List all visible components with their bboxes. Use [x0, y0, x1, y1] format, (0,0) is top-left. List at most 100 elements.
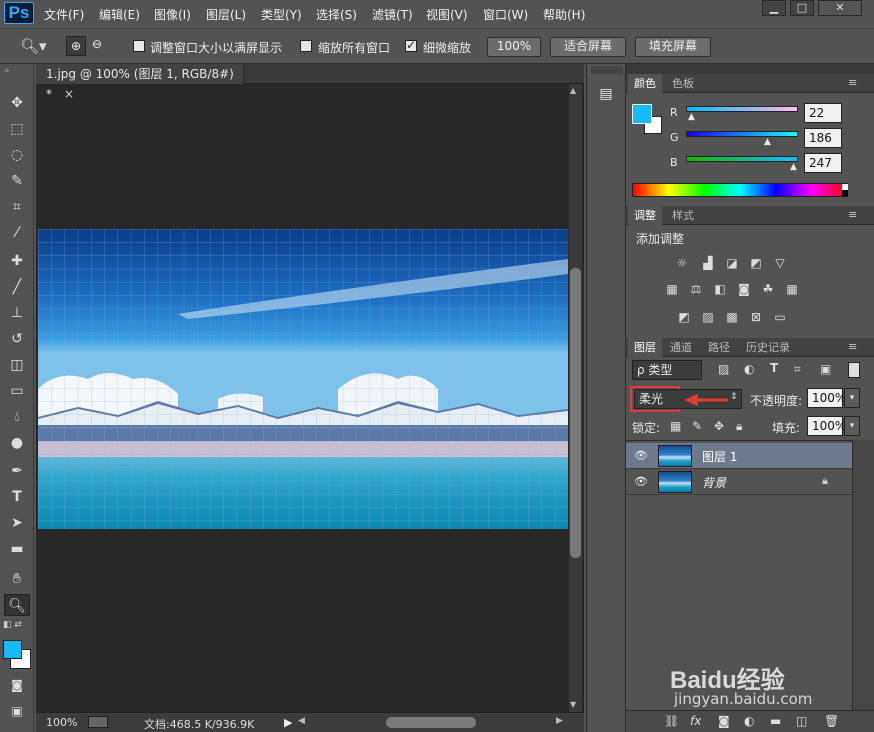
filter-type-icon[interactable]: T [770, 361, 778, 375]
color-fg-swatch[interactable] [632, 104, 652, 124]
menu-edit[interactable]: 编辑(E) [99, 6, 140, 23]
menu-file[interactable]: 文件(F) [44, 6, 84, 23]
eraser-tool-icon[interactable]: ◫ [4, 354, 30, 376]
g-input[interactable]: 186 [804, 128, 842, 148]
posterize-icon[interactable]: ▨ [700, 310, 716, 324]
opacity-input[interactable]: 100% [807, 388, 846, 408]
tab-close-icon[interactable]: × [64, 87, 74, 101]
quick-select-tool-icon[interactable]: ✎ [4, 170, 30, 192]
layer-filter-select[interactable]: ρ 类型 [632, 360, 702, 380]
minimize-button[interactable]: ▁ [762, 0, 786, 16]
channel-mixer-icon[interactable]: ☘︎ [760, 282, 776, 296]
status-zoom[interactable]: 100% [46, 716, 77, 729]
zoom-in-icon[interactable]: ⊕ [66, 36, 86, 56]
tab-color[interactable]: 颜色 [628, 74, 662, 93]
add-mask-icon[interactable]: ◙ [718, 714, 730, 728]
info-panel-icon[interactable]: ▤ [595, 86, 617, 108]
scroll-right-icon[interactable]: ▶ [556, 716, 563, 726]
link-layers-icon[interactable]: ⛓︎ [664, 714, 679, 728]
layer-row[interactable]: 👁︎ 背景 🔒︎ [626, 469, 852, 495]
layer-name[interactable]: 图层 1 [702, 448, 737, 465]
document-tab[interactable]: 1.jpg @ 100% (图层 1, RGB/8#) * × [36, 64, 244, 101]
panel-menu-icon[interactable]: ≡ [848, 340, 857, 353]
threshold-icon[interactable]: ▩ [724, 310, 740, 324]
zoom-all-checkbox[interactable] [300, 40, 312, 52]
blur-tool-icon[interactable]: 💧︎ [4, 406, 30, 428]
tab-channels[interactable]: 通道 [664, 338, 698, 357]
new-adjustment-icon[interactable]: ◐ [744, 714, 754, 728]
hue-saturation-icon[interactable]: ▦ [664, 282, 680, 296]
gradient-map-icon[interactable]: ▭ [772, 310, 788, 324]
zoom-tool-preset-icon[interactable]: 🔍︎▾ [20, 37, 47, 55]
clone-stamp-tool-icon[interactable]: ⊥ [4, 302, 30, 324]
dock-grip[interactable] [591, 66, 623, 74]
eye-icon[interactable]: 👁︎ [634, 449, 648, 462]
fill-input[interactable]: 100% [807, 416, 846, 436]
selective-color-icon[interactable]: ⊠ [748, 310, 764, 324]
g-slider-handle-icon[interactable]: ▲ [764, 137, 771, 147]
dodge-tool-icon[interactable]: ● [4, 432, 30, 454]
layer-name[interactable]: 背景 [702, 474, 726, 491]
brush-tool-icon[interactable]: ╱ [4, 276, 30, 298]
fill-screen-button[interactable]: 填充屏幕 [635, 37, 711, 57]
g-slider[interactable] [686, 131, 798, 137]
filter-adjustment-icon[interactable]: ◐ [744, 362, 754, 376]
curves-icon[interactable]: ◪ [724, 256, 740, 270]
marquee-tool-icon[interactable]: ⬚ [4, 118, 30, 140]
canvas-image[interactable] [38, 229, 568, 529]
layer-style-icon[interactable]: fx [690, 714, 701, 728]
healing-brush-tool-icon[interactable]: ✚ [4, 250, 30, 272]
levels-icon[interactable]: ▟ [700, 256, 716, 270]
zoom-out-icon[interactable]: ⊖ [92, 37, 102, 51]
status-menu-arrow-icon[interactable]: ▶ [284, 716, 292, 729]
fit-screen-button[interactable]: 适合屏幕 [550, 37, 626, 57]
menu-view[interactable]: 视图(V) [426, 6, 468, 23]
zoom-100-button[interactable]: 100% [487, 37, 541, 57]
fill-dropdown-icon[interactable]: ▾ [844, 416, 860, 436]
spectrum-black-chip[interactable] [842, 190, 848, 196]
tab-paths[interactable]: 路径 [702, 338, 736, 357]
lock-all-icon[interactable]: 🔒︎ [736, 419, 742, 434]
scroll-left-icon[interactable]: ◀ [298, 716, 305, 726]
chevron-updown-icon[interactable]: ⇕ [730, 392, 738, 402]
lasso-tool-icon[interactable]: ◌ [4, 144, 30, 166]
trash-icon[interactable]: 🗑︎ [824, 714, 839, 728]
scroll-up-icon[interactable]: ▲ [570, 86, 576, 95]
scrubby-zoom-checkbox[interactable] [405, 38, 417, 52]
tab-layers[interactable]: 图层 [628, 338, 662, 357]
exposure-icon[interactable]: ◩ [748, 256, 764, 270]
lock-transparent-icon[interactable]: ▦ [670, 419, 681, 433]
photo-filter-icon[interactable]: ◙ [736, 282, 752, 296]
opacity-dropdown-icon[interactable]: ▾ [844, 388, 860, 408]
new-group-icon[interactable]: ▬ [770, 714, 781, 728]
tab-styles[interactable]: 样式 [666, 206, 700, 225]
r-input[interactable]: 22 [804, 103, 842, 123]
menu-type[interactable]: 类型(Y) [261, 6, 302, 23]
resize-windows-checkbox[interactable] [133, 40, 145, 52]
vibrance-icon[interactable]: ▽ [772, 256, 788, 270]
scroll-down-icon[interactable]: ▼ [570, 700, 576, 709]
menu-filter[interactable]: 滤镜(T) [372, 6, 413, 23]
color-balance-icon[interactable]: ⚖︎ [688, 282, 704, 296]
b-slider-handle-icon[interactable]: ▲ [790, 162, 797, 172]
r-slider[interactable] [686, 106, 798, 112]
horizontal-scroll-thumb[interactable] [386, 717, 476, 728]
black-white-icon[interactable]: ◧ [712, 282, 728, 296]
eyedropper-tool-icon[interactable]: ⁄ [4, 222, 30, 244]
gradient-tool-icon[interactable]: ▭ [4, 380, 30, 402]
foreground-color-swatch[interactable] [3, 640, 22, 659]
color-lookup-icon[interactable]: ▦ [784, 282, 800, 296]
filter-smart-object-icon[interactable]: ▣ [820, 362, 831, 376]
menu-select[interactable]: 选择(S) [316, 6, 357, 23]
move-tool-icon[interactable]: ✥ [4, 92, 30, 114]
tab-swatches[interactable]: 色板 [666, 74, 700, 93]
filter-shape-icon[interactable]: ⌗ [794, 362, 801, 377]
brightness-icon[interactable]: ☼ [674, 256, 690, 270]
r-slider-handle-icon[interactable]: ▲ [688, 112, 695, 122]
vertical-scrollbar[interactable]: ▲ ▼ [569, 84, 582, 712]
zoom-tool-icon[interactable]: 🔍︎ [4, 594, 30, 616]
pen-tool-icon[interactable]: ✒︎ [4, 460, 30, 482]
b-input[interactable]: 247 [804, 153, 842, 173]
history-brush-tool-icon[interactable]: ↺ [4, 328, 30, 350]
menu-window[interactable]: 窗口(W) [483, 6, 528, 23]
